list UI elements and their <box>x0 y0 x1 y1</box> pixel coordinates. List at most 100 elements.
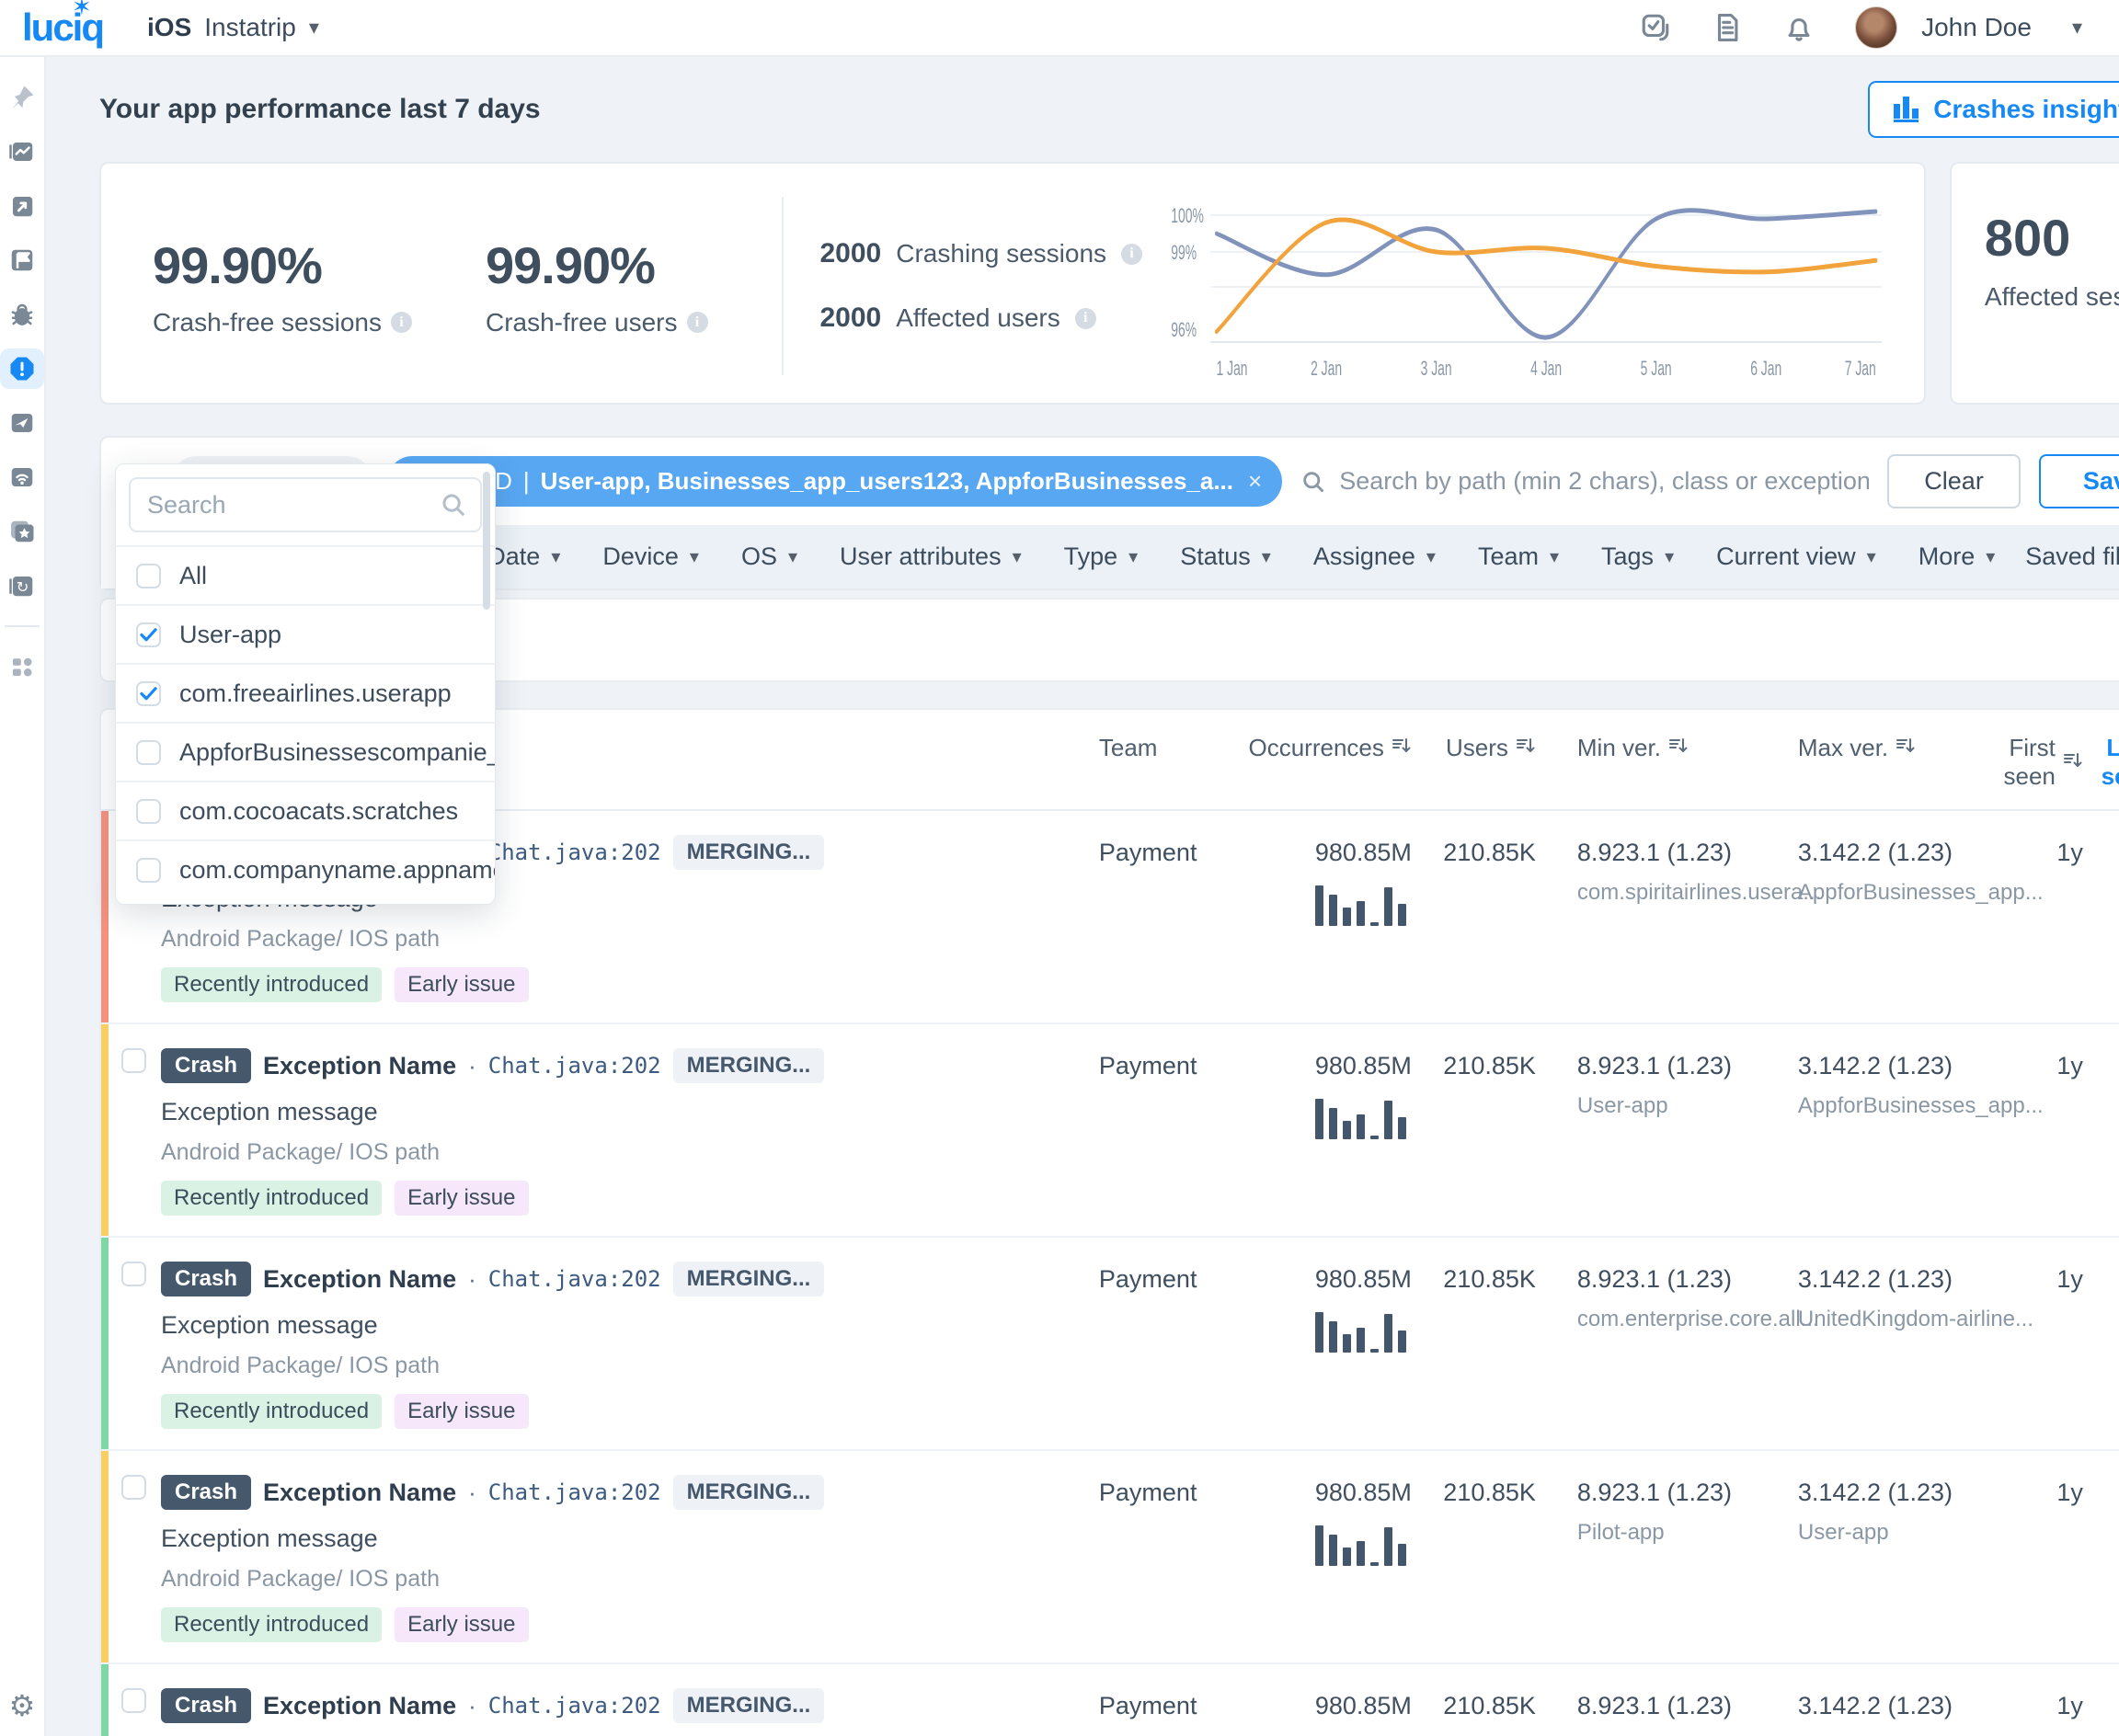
filter-tab-assignee[interactable]: Assignee▾ <box>1292 525 1457 588</box>
sort-icon[interactable] <box>1392 734 1412 762</box>
dropdown-option[interactable]: com.cocoacats.scratches <box>116 781 495 839</box>
crashes-insights-button[interactable]: Crashes insights → <box>1868 81 2119 138</box>
dropdown-option[interactable]: All <box>116 545 495 604</box>
crashes-icon[interactable] <box>0 348 44 389</box>
option-checkbox[interactable] <box>136 622 161 647</box>
dropdown-option[interactable]: AppforBusinessescompanie_app... <box>116 722 495 781</box>
remove-chip-icon[interactable]: × <box>1248 467 1262 496</box>
save-filters-button[interactable]: Save <box>2039 454 2119 508</box>
occurrences-sparkline <box>1315 1310 1406 1353</box>
issue-location: Chat.java:202 <box>488 1479 661 1505</box>
session-replay-icon[interactable]: ↻ <box>0 565 44 606</box>
svg-text:2 Jan: 2 Jan <box>1311 357 1342 380</box>
option-checkbox[interactable] <box>136 858 161 883</box>
dropdown-options: All User-app com.freeairlines.userappAppfo… <box>116 545 495 898</box>
column-team[interactable]: Team <box>1099 734 1237 762</box>
option-checkbox[interactable] <box>136 681 161 706</box>
crash-trend-chart: 100%99%96%1 Jan2 Jan3 Jan4 Jan5 Jan6 Jan… <box>1170 191 1896 381</box>
apps-grid-icon[interactable] <box>0 646 44 687</box>
option-checkbox[interactable] <box>136 799 161 824</box>
pin-icon[interactable] <box>0 77 44 118</box>
issue-message: Exception message <box>161 1525 824 1553</box>
row-checkbox[interactable] <box>121 1048 146 1073</box>
column-occurrences[interactable]: Occurrences <box>1249 734 1412 762</box>
row-checkbox[interactable] <box>121 1475 146 1500</box>
issue-title[interactable]: Exception Name <box>263 1692 456 1720</box>
issue-location: Chat.java:202 <box>488 839 661 865</box>
column-users[interactable]: Users <box>1412 734 1536 762</box>
filter-tab-status[interactable]: Status▾ <box>1159 525 1292 588</box>
filter-tab-label: User attributes <box>840 542 1002 571</box>
filter-tab-label: More <box>1919 542 1976 571</box>
luciq-logo[interactable]: luciq✶ <box>22 6 110 50</box>
occurrences-cell: 980.85M <box>1237 1688 1412 1736</box>
trends-icon[interactable] <box>0 131 44 172</box>
dropdown-search-input[interactable] <box>129 477 482 532</box>
first-seen-cell: 1y <box>1977 1688 2083 1720</box>
saved-filters-menu[interactable]: Saved filters▾ <box>2016 525 2119 588</box>
first-seen-cell: 1y <box>1977 1048 2083 1080</box>
tasks-icon[interactable] <box>1640 12 1671 43</box>
issue-title[interactable]: Exception Name <box>263 1265 456 1294</box>
separator-dot: · <box>468 1052 476 1080</box>
info-icon[interactable]: i <box>1075 308 1096 329</box>
filter-tab-team[interactable]: Team▾ <box>1457 525 1580 588</box>
realtime-icon[interactable] <box>0 457 44 497</box>
dropdown-option[interactable]: com.companyname.appname <box>116 839 495 898</box>
user-avatar[interactable] <box>1855 6 1897 49</box>
issue-tag: Early issue <box>395 1181 528 1216</box>
docs-icon[interactable] <box>1712 12 1743 43</box>
info-icon[interactable]: i <box>391 312 412 333</box>
filter-chip[interactable]: Bundle ID|User-app, Businesses_app_users… <box>387 456 1283 507</box>
dropdown-option[interactable]: User-app <box>116 604 495 663</box>
clear-filters-button[interactable]: Clear <box>1887 454 2021 508</box>
dropdown-scrollbar[interactable] <box>483 472 490 610</box>
page-title: Your app performance last 7 days <box>99 94 541 125</box>
issues-search <box>1300 467 1869 496</box>
user-menu-chevron-icon[interactable]: ▾ <box>2072 16 2082 40</box>
row-checkbox[interactable] <box>121 1262 146 1286</box>
row-checkbox[interactable] <box>121 1688 146 1713</box>
filter-tab-tags[interactable]: Tags▾ <box>1580 525 1695 588</box>
dropdown-option[interactable]: com.freeairlines.userapp <box>116 663 495 722</box>
flag-icon[interactable] <box>0 240 44 280</box>
logo-star-icon: ✶ <box>72 0 92 21</box>
filter-tab-device[interactable]: Device▾ <box>581 525 720 588</box>
column-min-ver[interactable]: Min ver. <box>1536 734 1757 762</box>
sort-icon[interactable] <box>2063 748 2083 777</box>
issue-title[interactable]: Exception Name <box>263 1479 456 1507</box>
sort-icon[interactable] <box>1896 734 1916 762</box>
filter-tab-type[interactable]: Type▾ <box>1043 525 1160 588</box>
info-icon[interactable]: i <box>1121 244 1142 265</box>
last-seen-cell: Now <box>2083 835 2119 867</box>
sort-icon[interactable] <box>1668 734 1689 762</box>
notifications-bell-icon[interactable] <box>1783 12 1815 43</box>
column-max-ver[interactable]: Max ver. <box>1757 734 1977 762</box>
option-checkbox[interactable] <box>136 740 161 765</box>
filter-tab-user-attributes[interactable]: User attributes▾ <box>819 525 1043 588</box>
filter-tab-label: Tags <box>1601 542 1654 571</box>
last-seen-cell: Now <box>2083 1262 2119 1294</box>
issue-location: Chat.java:202 <box>488 1693 661 1719</box>
app-switcher[interactable]: iOS Instatrip ▾ <box>147 13 319 42</box>
column-first-seen[interactable]: First seen <box>1977 734 2083 791</box>
info-icon[interactable]: i <box>687 312 708 333</box>
issue-path: Android Package/ IOS path <box>161 1139 824 1166</box>
surveys-icon[interactable] <box>0 511 44 552</box>
settings-gear-icon[interactable]: ⚙ <box>9 1688 36 1723</box>
last-seen-cell: Now <box>2083 1475 2119 1507</box>
option-checkbox[interactable] <box>136 564 161 588</box>
option-label: User-app <box>179 621 281 649</box>
filter-tab-more[interactable]: More▾ <box>1897 525 2017 588</box>
sort-icon[interactable] <box>1516 734 1536 762</box>
apm-icon[interactable] <box>0 403 44 443</box>
bug-icon[interactable] <box>0 294 44 335</box>
filter-tab-os[interactable]: OS▾ <box>720 525 819 588</box>
issue-cell: CrashException Name·Chat.java:202MERGING… <box>101 1262 1099 1429</box>
column-last-seen[interactable]: Last seen <box>2083 734 2119 791</box>
issues-search-input[interactable] <box>1339 467 1869 496</box>
occurrences-value: 980.85M <box>1315 1052 1412 1080</box>
issue-title[interactable]: Exception Name <box>263 1052 456 1080</box>
filter-tab-current-view[interactable]: Current view▾ <box>1695 525 1897 588</box>
export-icon[interactable] <box>0 186 44 226</box>
